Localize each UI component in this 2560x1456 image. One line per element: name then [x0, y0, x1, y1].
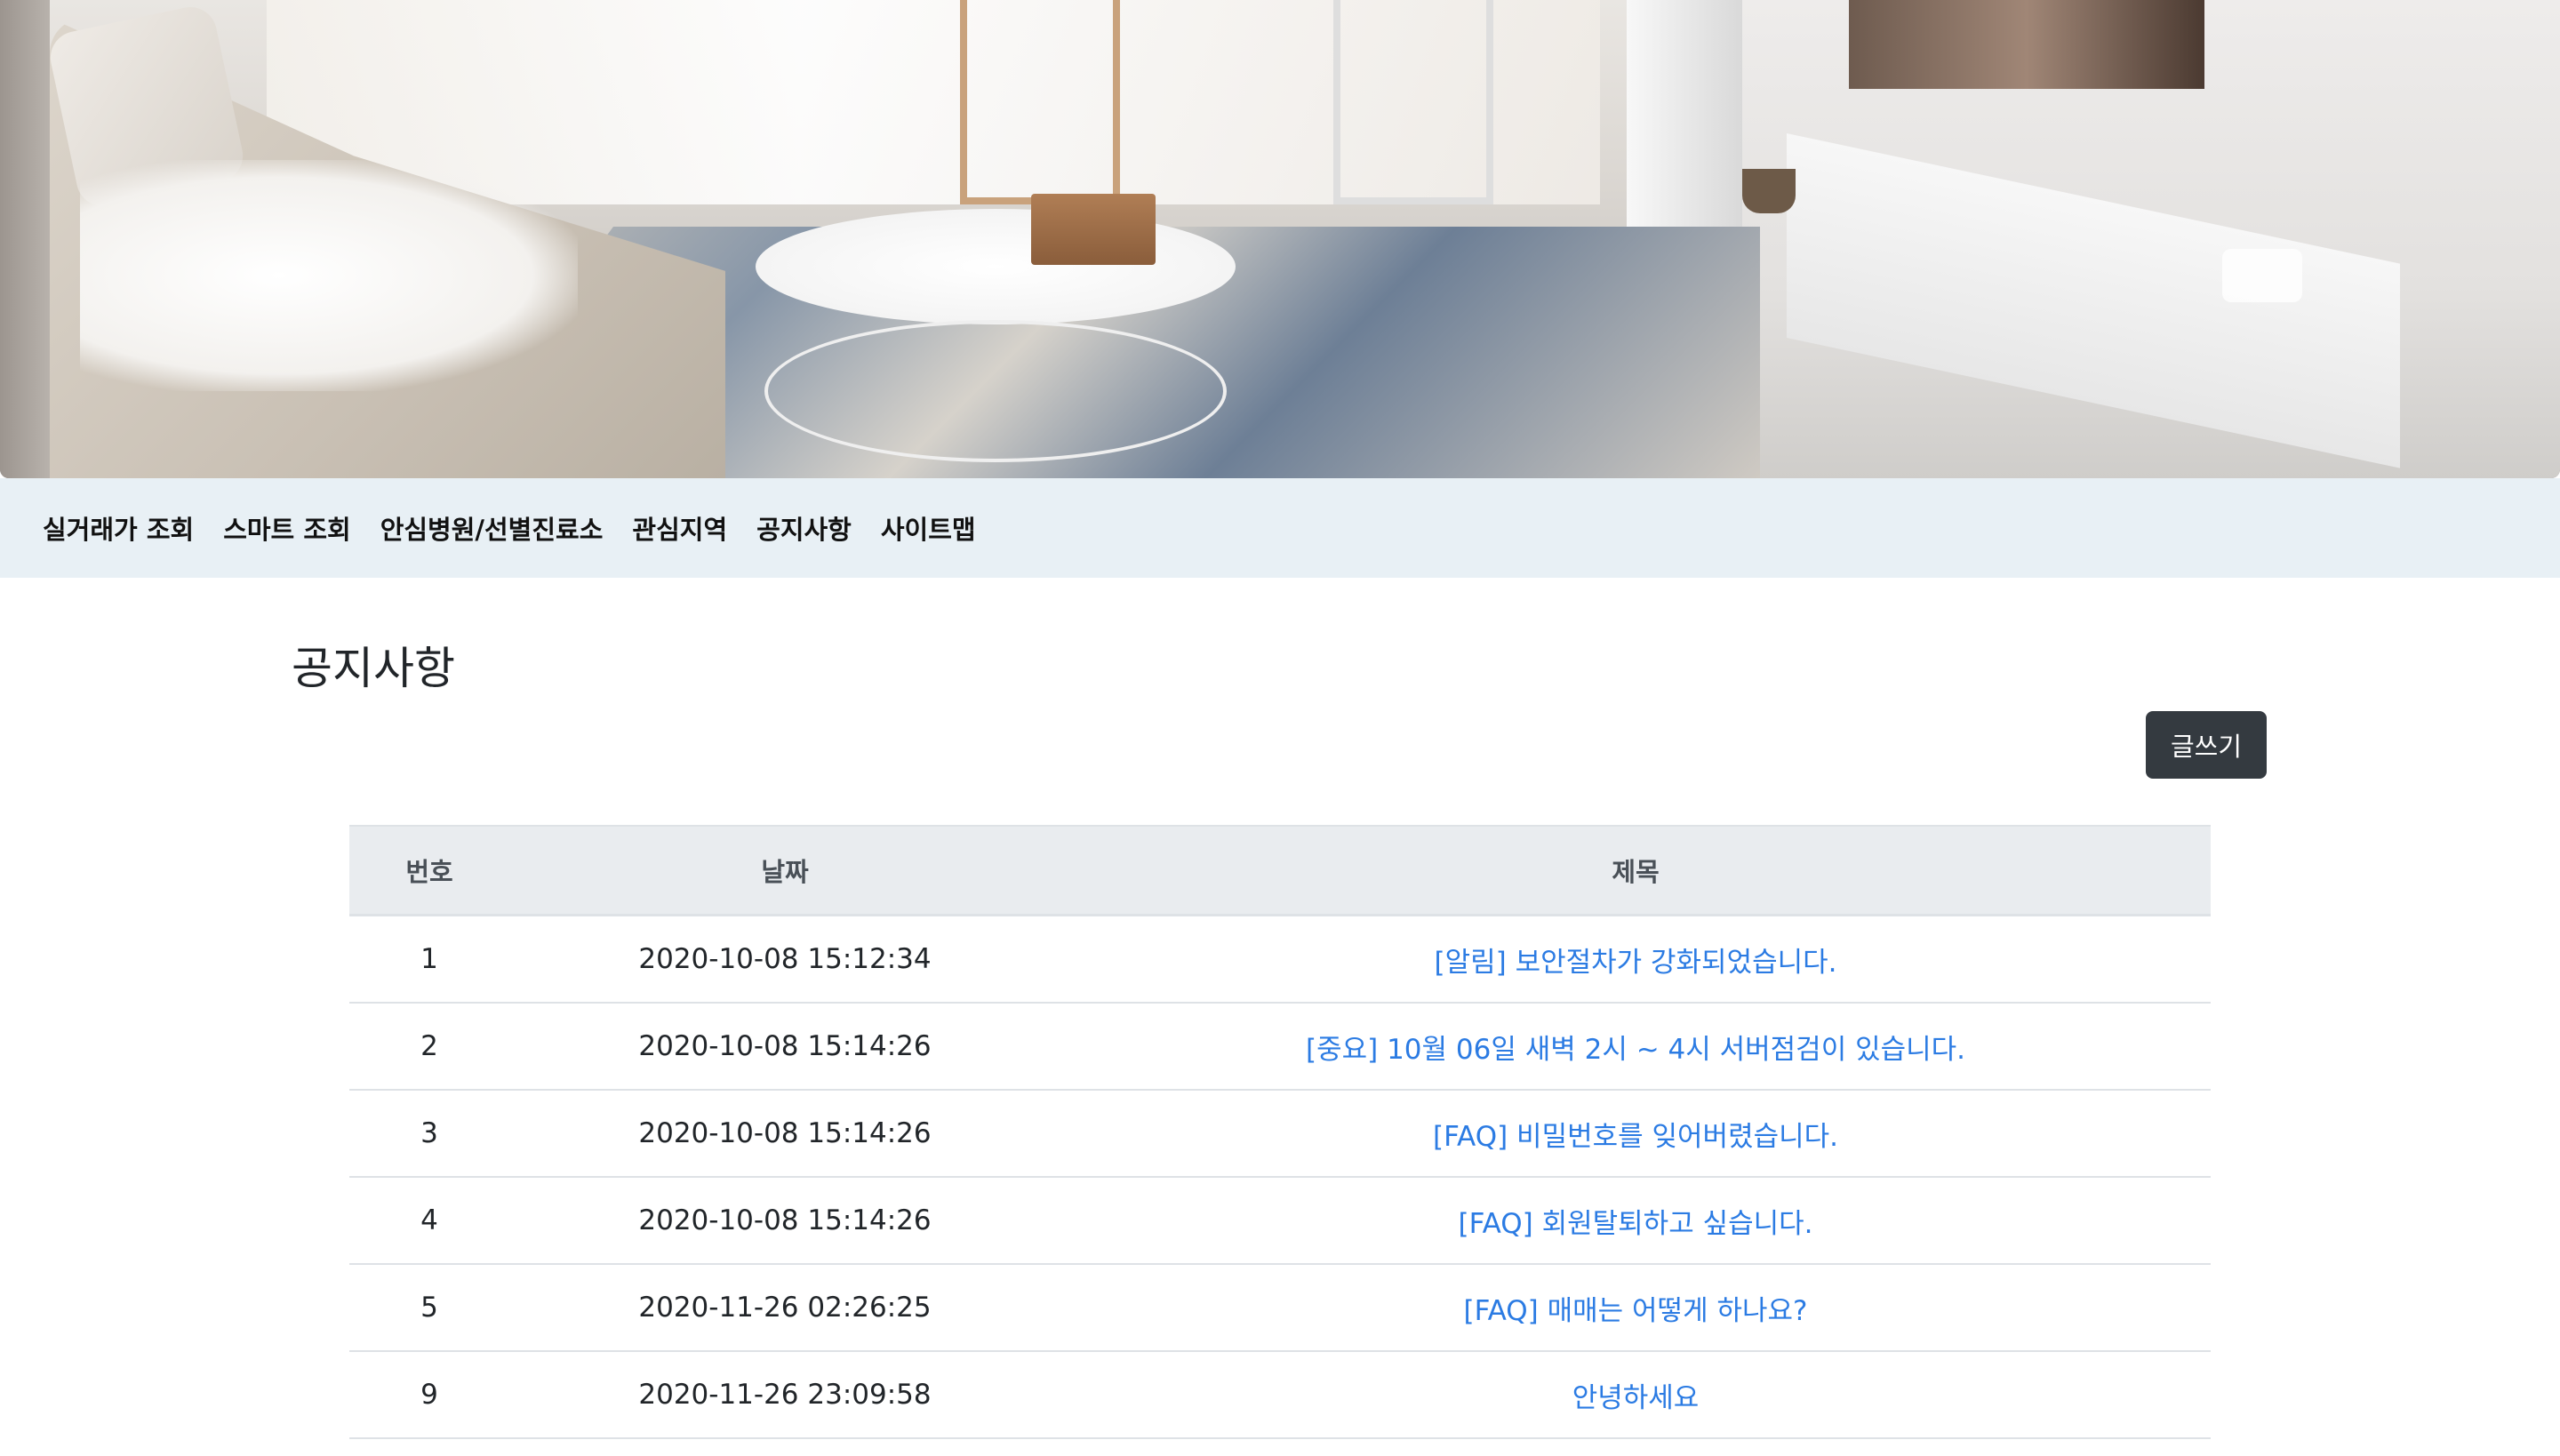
nav-item-safe-hospital[interactable]: 안심병원/선별진료소 [380, 509, 604, 547]
hero-throw-blanket [80, 160, 578, 391]
hero-painting [1849, 0, 2204, 89]
table-row: 5 2020-11-26 02:26:25 [FAQ] 매매는 어떻게 하나요? [349, 1264, 2211, 1352]
main-navigation: 실거래가 조회 스마트 조회 안심병원/선별진료소 관심지역 공지사항 사이트맵 [0, 478, 2560, 578]
row-title-link[interactable]: [알림] 보안절차가 강화되었습니다. [1434, 947, 1836, 979]
row-date: 2020-10-08 15:14:26 [509, 1003, 1060, 1091]
write-button[interactable]: 글쓰기 [2146, 711, 2267, 779]
hero-plant [1742, 169, 1796, 213]
nav-item-sitemap[interactable]: 사이트맵 [881, 509, 976, 547]
hero-coffee-table-base [764, 320, 1227, 462]
row-number: 1 [349, 915, 509, 1004]
row-title-cell: [알림] 보안절차가 강화되었습니다. [1060, 915, 2211, 1004]
table-row: 9 2020-11-26 23:09:58 안녕하세요 [349, 1351, 2211, 1439]
hero-chair [1333, 0, 1493, 204]
row-title-cell: [중요] 10월 06일 새벽 2시 ~ 4시 서버점검이 있습니다. [1060, 1003, 2211, 1091]
row-date: 2020-10-08 15:14:26 [509, 1177, 1060, 1265]
row-title-cell: [FAQ] 회원탈퇴하고 싶습니다. [1060, 1177, 2211, 1265]
row-title-link[interactable]: 안녕하세요 [1572, 1382, 1700, 1414]
row-date: 2020-10-08 15:14:26 [509, 1090, 1060, 1178]
nav-item-interest-area[interactable]: 관심지역 [632, 509, 727, 547]
column-header-number: 번호 [349, 825, 509, 916]
row-number: 3 [349, 1090, 509, 1178]
row-title-cell: [FAQ] 매매는 어떻게 하나요? [1060, 1264, 2211, 1352]
page-title: 공지사항 [292, 643, 455, 694]
row-number: 5 [349, 1264, 509, 1352]
row-title-link[interactable]: [FAQ] 비밀번호를 잊어버렸습니다. [1433, 1121, 1838, 1153]
row-title-cell: 안녕하세요 [1060, 1351, 2211, 1439]
hero-diffuser [2222, 249, 2302, 302]
table-row: 4 2020-10-08 15:14:26 [FAQ] 회원탈퇴하고 싶습니다. [349, 1177, 2211, 1265]
table-row: 3 2020-10-08 15:14:26 [FAQ] 비밀번호를 잊어버렸습니… [349, 1090, 2211, 1178]
table-row: 2 2020-10-08 15:14:26 [중요] 10월 06일 새벽 2시… [349, 1003, 2211, 1091]
nav-item-smart-search[interactable]: 스마트 조회 [223, 509, 351, 547]
row-date: 2020-11-26 02:26:25 [509, 1264, 1060, 1352]
nav-item-real-price[interactable]: 실거래가 조회 [43, 509, 194, 547]
hero-banner-image [0, 0, 2560, 478]
column-header-date: 날짜 [509, 825, 1060, 916]
row-title-link[interactable]: [중요] 10월 06일 새벽 2시 ~ 4시 서버점검이 있습니다. [1306, 1034, 1965, 1066]
row-date: 2020-11-26 23:09:58 [509, 1351, 1060, 1439]
table-header-row: 번호 날짜 제목 [349, 825, 2211, 916]
notice-table: 번호 날짜 제목 1 2020-10-08 15:12:34 [알림] 보안절차… [349, 825, 2211, 1439]
hero-coffee-table [756, 209, 1236, 324]
row-number: 4 [349, 1177, 509, 1265]
row-date: 2020-10-08 15:12:34 [509, 915, 1060, 1004]
column-header-title: 제목 [1060, 825, 2211, 916]
hero-left-wall [0, 0, 50, 478]
row-title-cell: [FAQ] 비밀번호를 잊어버렸습니다. [1060, 1090, 2211, 1178]
table-row: 1 2020-10-08 15:12:34 [알림] 보안절차가 강화되었습니다… [349, 915, 2211, 1004]
nav-item-notice[interactable]: 공지사항 [756, 509, 852, 547]
row-title-link[interactable]: [FAQ] 매매는 어떻게 하나요? [1464, 1295, 1808, 1327]
row-number: 9 [349, 1351, 509, 1439]
row-title-link[interactable]: [FAQ] 회원탈퇴하고 싶습니다. [1459, 1208, 1813, 1240]
hero-tray [1031, 194, 1156, 265]
row-number: 2 [349, 1003, 509, 1091]
hero-chair [960, 0, 1120, 204]
